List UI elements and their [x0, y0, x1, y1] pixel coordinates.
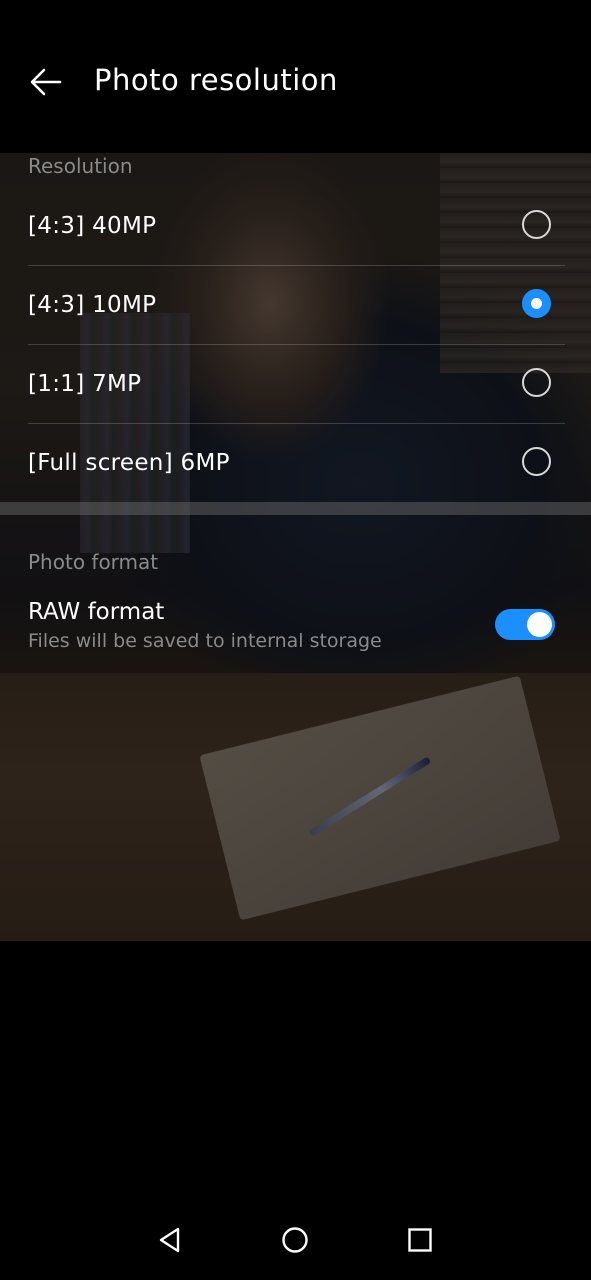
option-label: [4:3] 10MP — [28, 291, 157, 318]
option-label: [1:1] 7MP — [28, 370, 142, 397]
resolution-option-40mp[interactable]: [4:3] 40MP — [0, 186, 591, 265]
raw-format-subtitle: Files will be saved to internal storage — [28, 630, 382, 652]
resolution-option-10mp[interactable]: [4:3] 10MP — [0, 265, 591, 344]
resolution-option-7mp[interactable]: [1:1] 7MP — [0, 344, 591, 423]
section-separator — [0, 502, 591, 515]
radio-button-checked[interactable] — [522, 288, 551, 318]
raw-format-toggle[interactable] — [495, 609, 555, 640]
arrow-left-icon — [30, 68, 62, 96]
resolution-option-full-screen-6mp[interactable]: [Full screen] 6MP — [0, 423, 591, 502]
option-label: [Full screen] 6MP — [28, 449, 230, 476]
resolution-section-label: Resolution — [28, 154, 133, 178]
radio-button-unchecked[interactable] — [522, 209, 551, 239]
app-header: Photo resolution — [0, 0, 591, 153]
nav-recents-button[interactable] — [398, 1218, 442, 1262]
toggle-knob — [527, 612, 552, 637]
radio-button-unchecked[interactable] — [522, 446, 551, 476]
radio-button-unchecked[interactable] — [522, 367, 551, 397]
nav-back-button[interactable] — [148, 1218, 192, 1262]
system-navigation-bar — [0, 1200, 591, 1280]
nav-home-button[interactable] — [273, 1218, 317, 1262]
triangle-back-icon — [159, 1227, 180, 1253]
square-recents-icon — [408, 1228, 432, 1252]
photo-format-section-label: Photo format — [28, 550, 159, 574]
raw-format-title: RAW format — [28, 599, 165, 625]
page-title: Photo resolution — [94, 63, 338, 97]
option-label: [4:3] 40MP — [28, 212, 157, 239]
circle-home-icon — [282, 1227, 308, 1253]
back-button[interactable] — [22, 58, 70, 106]
